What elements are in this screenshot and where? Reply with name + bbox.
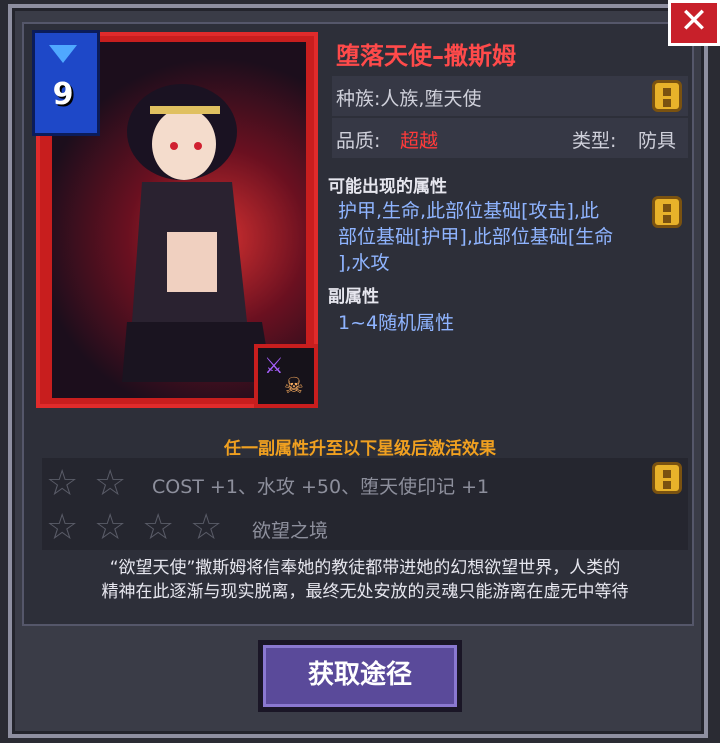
- crossed-swords-icon: ⚔: [264, 354, 284, 379]
- star-icon: ☆: [94, 507, 127, 548]
- race-row: 种族:人族,堕天使: [332, 76, 688, 116]
- quality-label: 品质:: [336, 130, 381, 152]
- star-icon: ☆: [94, 463, 127, 504]
- skull-icon: ☠: [284, 374, 304, 399]
- lock-icon[interactable]: [652, 80, 682, 112]
- star-icon: ☆: [142, 507, 175, 548]
- sub-attributes-value: 1~4随机属性: [338, 312, 455, 334]
- possible-attributes-label: 可能出现的属性: [328, 177, 447, 197]
- type-label: 类型:: [572, 130, 617, 152]
- item-card: 9 ⚔ ☠: [32, 30, 318, 408]
- quality-value: 超越: [400, 130, 439, 152]
- lore-line1: “欲望天使”撒斯姆将信奉她的教徒都带进她的幻想欲望世界，人类的: [109, 558, 621, 578]
- character-illustration: [122, 84, 272, 382]
- star-tiers-panel: ☆ ☆ COST +1、水攻 +50、堕天使印记 +1 ☆ ☆ ☆ ☆ 欲望之境: [42, 458, 688, 550]
- type-value: 防具: [638, 130, 677, 152]
- cost-badge: 9: [32, 30, 100, 136]
- star-icon: ☆: [46, 463, 79, 504]
- star-icon: ☆: [46, 507, 79, 548]
- lore-description: “欲望天使”撒斯姆将信奉她的教徒都带进她的幻想欲望世界，人类的 精神在此逐渐与现…: [42, 556, 688, 604]
- gem-icon: [49, 45, 77, 63]
- obtain-source-button[interactable]: 获取途径: [258, 640, 462, 712]
- star-icon: ☆: [190, 507, 223, 548]
- tier2-effect: 欲望之境: [252, 520, 329, 542]
- possible-attributes-line3: ],水攻: [338, 252, 390, 274]
- cost-value: 9: [52, 77, 74, 112]
- tier1-effect: COST +1、水攻 +50、堕天使印记 +1: [152, 476, 490, 498]
- lock-icon[interactable]: [652, 462, 682, 494]
- possible-attributes-line2: 部位基础[护甲],此部位基础[生命: [338, 226, 614, 248]
- lore-line2: 精神在此逐渐与现实脱离，最终无处安放的灵魂只能游离在虚无中等待: [101, 582, 629, 602]
- lock-icon[interactable]: [652, 196, 682, 228]
- possible-attributes-line1: 护甲,生命,此部位基础[攻击],此: [338, 200, 599, 222]
- type-badge: ⚔ ☠: [254, 344, 318, 408]
- race-text: 种族:人族,堕天使: [336, 88, 482, 110]
- activation-header: 任一副属性升至以下星级后激活效果: [224, 439, 496, 459]
- sub-attributes-label: 副属性: [328, 287, 379, 307]
- item-title: 堕落天使–撒斯姆: [336, 42, 516, 70]
- quality-row: 品质: 超越 类型: 防具: [332, 118, 688, 158]
- close-button[interactable]: ✕: [668, 0, 720, 46]
